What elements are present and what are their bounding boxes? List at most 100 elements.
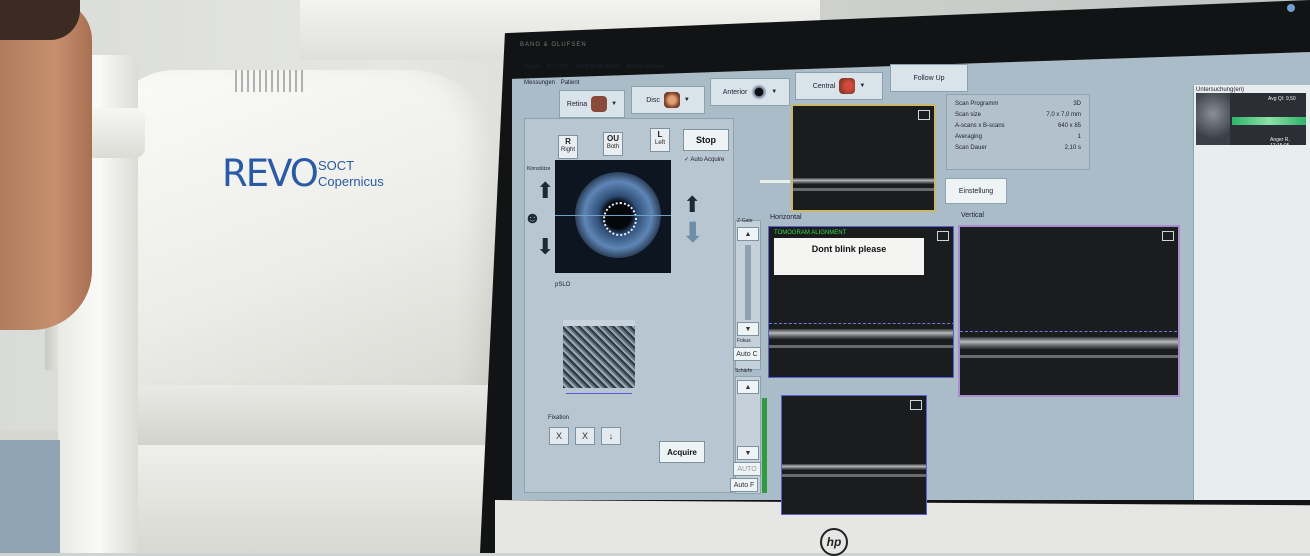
- scan-param-value: 2,10 s: [1064, 145, 1081, 151]
- eye-l-sub: Left: [654, 140, 665, 146]
- menu-item[interactable]: WSH SD-AL FGLG: [577, 64, 620, 70]
- scan-param-label: Scan Dauer: [955, 145, 987, 151]
- focus-down-arrow-icon[interactable]: ⬇: [681, 219, 704, 247]
- chevron-down-icon: ▼: [683, 97, 690, 103]
- examination-thumbnail[interactable]: Avg QI: 9,50 Anger R, 12:15:05: [1196, 93, 1306, 145]
- scan-indicator: [760, 180, 790, 183]
- expand-icon[interactable]: [1162, 231, 1174, 241]
- menu-item[interactable]: FLLT SHT: [547, 64, 570, 70]
- quality-index: Avg QI: 9,50: [1268, 96, 1296, 102]
- focus-down-button[interactable]: ▼: [737, 446, 759, 460]
- brand-subtitle: SOCT Copernicus: [318, 158, 408, 190]
- einstellung-button[interactable]: Einstellung: [945, 178, 1007, 204]
- headrest-label: Kinnstütze: [527, 166, 551, 172]
- exam-info: Anger R, 12:15:05: [1270, 137, 1290, 145]
- slo-preview-frame: [563, 320, 635, 388]
- scan-param-value: 640 x 85: [1057, 123, 1081, 129]
- schaerfe-label: Schärfe: [735, 368, 753, 374]
- zgate-label: Z-Gate: [737, 218, 753, 224]
- examinations-panel: [1193, 85, 1310, 500]
- fundus-thumbnail: [1196, 93, 1230, 145]
- monitor-brand-label: BANG & OLUFSEN: [520, 42, 587, 48]
- vertical-label: Vertical: [961, 212, 984, 219]
- brand-line-1: SOCT: [318, 158, 355, 173]
- central-label: Central: [812, 82, 836, 90]
- chevron-down-icon: ▼: [859, 83, 866, 89]
- fixation-down-button[interactable]: ↓: [601, 427, 621, 445]
- oct-vertical-view: [958, 225, 1180, 397]
- sub-tabs: Messungen Patient: [524, 80, 583, 86]
- scan-param-row: Scan Programm 3D: [955, 101, 1081, 112]
- retina-mode-button[interactable]: Retina ▼: [559, 90, 625, 118]
- eye-r-sub: Right: [560, 147, 575, 153]
- fixation-x-button[interactable]: X: [549, 427, 569, 445]
- eye-right-button[interactable]: R Right: [558, 135, 578, 159]
- eye-both-button[interactable]: OU Both: [603, 132, 623, 156]
- scan-param-value: 1: [1077, 134, 1081, 140]
- menu-item[interactable]: Eseee: [525, 64, 539, 70]
- arrow-up-icon[interactable]: ⬆: [536, 180, 554, 202]
- retina-layer-2: [769, 345, 953, 348]
- expand-icon[interactable]: [918, 110, 930, 120]
- head-icon: ☻: [524, 210, 541, 227]
- revo-brand-logo: REVO SOCT Copernicus: [222, 152, 384, 195]
- zgate-up-button[interactable]: ▲: [737, 227, 759, 241]
- auto-acquire-checkbox[interactable]: ✓ Auto Acquire: [684, 156, 724, 163]
- scan-param-row: Scan Dauer 2,10 s: [955, 145, 1081, 156]
- oct-bottom-view: [781, 395, 927, 515]
- scan-param-label: A-scans x B-scans: [955, 123, 1005, 129]
- slo-label: pSLO: [555, 282, 571, 288]
- stop-button[interactable]: Stop: [683, 129, 729, 151]
- anterior-label: Anterior: [722, 88, 748, 96]
- eye-ou-sub: Both: [606, 144, 620, 150]
- focus-up-arrow-icon[interactable]: ⬆: [683, 194, 701, 216]
- auto-o-button[interactable]: AUTO: [733, 462, 761, 476]
- eye-left-button[interactable]: L Left: [650, 128, 670, 152]
- iris-camera-view[interactable]: [555, 160, 671, 273]
- expand-icon[interactable]: [910, 400, 922, 410]
- auto-f-button[interactable]: Auto F: [730, 478, 758, 492]
- acquire-button[interactable]: Acquire: [659, 441, 705, 463]
- zgate-down-button[interactable]: ▼: [737, 322, 759, 336]
- alignment-line: [555, 215, 671, 216]
- scan-param-row: Averaging 1: [955, 134, 1081, 145]
- retina-layer: [782, 464, 926, 470]
- scan-param-label: Averaging: [955, 134, 982, 140]
- chevron-down-icon: ▼: [611, 101, 618, 107]
- anterior-mode-button[interactable]: Anterior ▼: [710, 78, 790, 106]
- tab-messungen[interactable]: Messungen: [524, 80, 555, 86]
- retina-layer: [960, 337, 1178, 349]
- disc-mode-button[interactable]: Disc ▼: [631, 86, 705, 114]
- menu-item[interactable]: Befinrun Reenerr: [627, 64, 665, 70]
- disc-icon: [663, 92, 680, 108]
- central-fundus-icon: [839, 78, 856, 94]
- slo-scan-line: [566, 393, 632, 394]
- headrest-arm: [85, 108, 145, 158]
- scan-param-value: 3D: [1073, 101, 1081, 107]
- fixation-x-outline-button[interactable]: X: [575, 427, 595, 445]
- hp-logo: hp: [820, 528, 848, 556]
- chevron-down-icon: ▼: [771, 89, 778, 95]
- retina-layer: [793, 178, 934, 184]
- auto-c-button[interactable]: Auto C: [733, 347, 761, 361]
- reference-line: [769, 323, 953, 324]
- expand-icon[interactable]: [937, 231, 949, 241]
- horizontal-label: Horizontal: [770, 214, 802, 221]
- follow-up-button[interactable]: Follow Up: [890, 64, 968, 92]
- central-mode-button[interactable]: Central ▼: [795, 72, 883, 100]
- eye-r-label: R: [565, 137, 571, 146]
- scan-param-row: A-scans x B-scans 640 x 85: [955, 123, 1081, 134]
- retina-layer-2: [960, 355, 1178, 358]
- arrow-down-icon[interactable]: ⬇: [536, 236, 554, 258]
- retina-label: Retina: [566, 100, 588, 108]
- focus-up-button[interactable]: ▲: [737, 380, 759, 394]
- tab-patient[interactable]: Patient: [561, 80, 580, 86]
- fokus-label: Fokus: [737, 338, 751, 344]
- retina-layer: [769, 329, 953, 339]
- scan-param-label: Scan size: [955, 112, 982, 118]
- retina-layer-2: [782, 474, 926, 477]
- zgate-slider-track[interactable]: [745, 245, 751, 320]
- disc-label: Disc: [646, 96, 660, 104]
- patient-face: [0, 0, 92, 330]
- tomogram-alignment-label: TOMOGRAM ALIGNMENT: [774, 230, 847, 236]
